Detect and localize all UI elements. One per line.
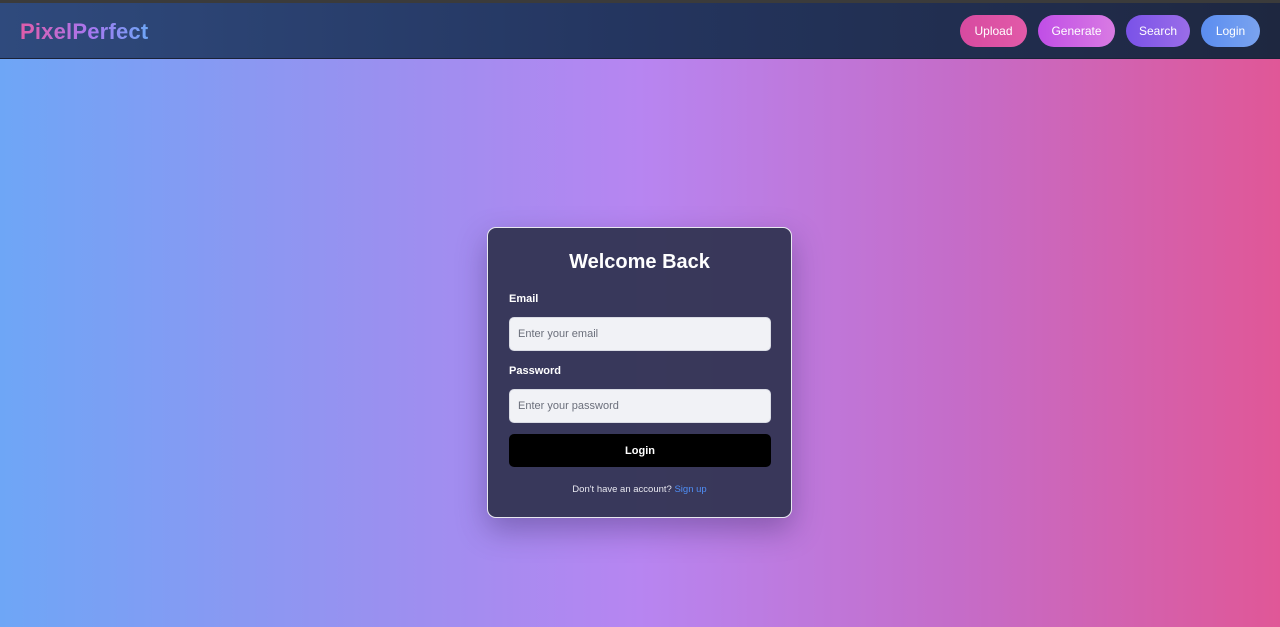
- nav-login-button[interactable]: Login: [1201, 15, 1260, 47]
- signup-row: Don't have an account? Sign up: [488, 484, 791, 495]
- password-label: Password: [509, 365, 561, 377]
- generate-button[interactable]: Generate: [1038, 15, 1115, 47]
- login-card: Welcome Back Email Password Login Don't …: [487, 227, 792, 518]
- search-button[interactable]: Search: [1126, 15, 1190, 47]
- email-input[interactable]: [509, 317, 771, 351]
- email-label: Email: [509, 293, 539, 305]
- signup-prompt: Don't have an account?: [572, 484, 675, 495]
- password-input[interactable]: [509, 389, 771, 423]
- upload-button[interactable]: Upload: [960, 15, 1027, 47]
- brand-logo[interactable]: PixelPerfect: [20, 18, 148, 46]
- navbar: PixelPerfect Upload Generate Search Logi…: [0, 3, 1280, 59]
- login-submit-button[interactable]: Login: [509, 434, 771, 467]
- signup-link[interactable]: Sign up: [674, 484, 706, 495]
- nav-buttons: Upload Generate Search Login: [960, 15, 1260, 47]
- login-title: Welcome Back: [569, 251, 710, 273]
